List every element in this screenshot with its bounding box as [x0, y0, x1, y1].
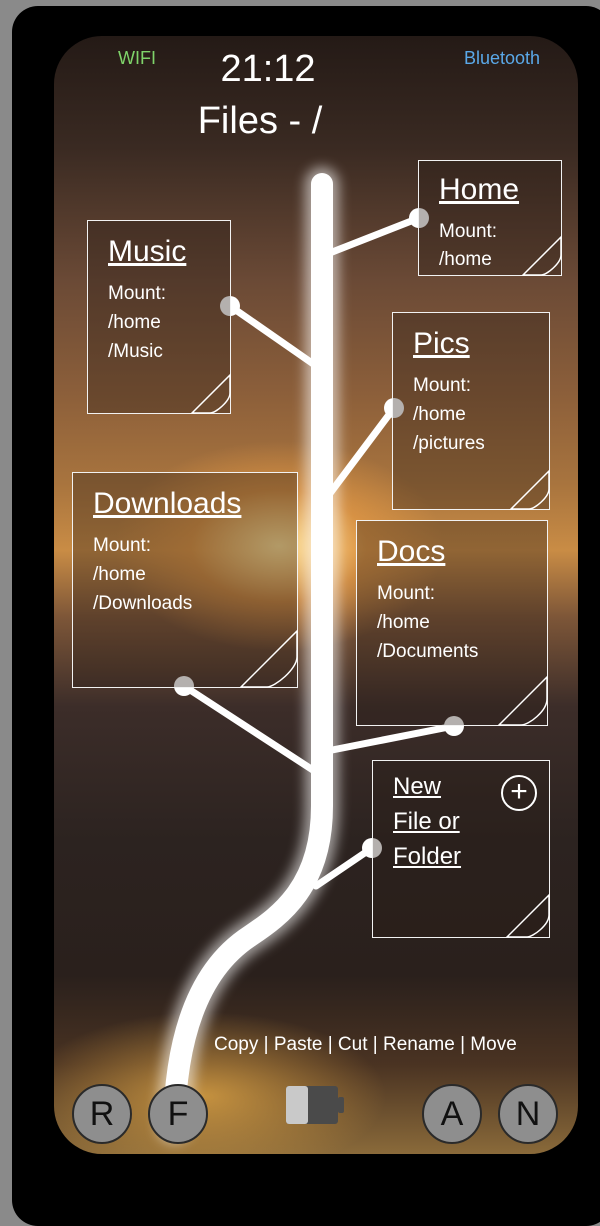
folder-card-docs[interactable]: Docs Mount: /home /Documents: [356, 520, 548, 726]
folder-mount-label: Mount:: [93, 535, 152, 556]
folder-card-music[interactable]: Music Mount: /home /Music: [87, 220, 231, 414]
clock-time: 21:12: [220, 48, 316, 90]
new-item-line: File or: [393, 808, 460, 835]
page-curl-icon: [509, 469, 550, 510]
new-item-label: New File or Folder: [393, 769, 461, 874]
folder-card-home[interactable]: Home Mount: /home: [418, 160, 562, 276]
page-title: Files - /: [54, 100, 578, 143]
folder-mount-path: /pictures: [413, 433, 485, 454]
page-curl-icon: [190, 373, 231, 414]
branch-downloads: [180, 682, 326, 780]
folder-mount-label: Mount:: [439, 221, 498, 242]
new-file-or-folder-card[interactable]: New File or Folder +: [372, 760, 550, 938]
folder-card-downloads[interactable]: Downloads Mount: /home /Downloads: [72, 472, 298, 688]
page-curl-icon: [521, 235, 562, 276]
folder-mount-label: Mount:: [413, 375, 472, 396]
folder-name: Pics: [413, 327, 470, 360]
folder-mount-label: Mount:: [377, 583, 436, 604]
phone-screen: WIFI Bluetooth 21:12 Files - / Home Moun…: [54, 36, 578, 1154]
folder-mount-path: /home: [439, 249, 492, 270]
folder-mount-path: /home: [108, 312, 161, 333]
new-item-line: Folder: [393, 843, 462, 870]
page-curl-icon: [505, 893, 550, 938]
folder-name: Music: [108, 235, 187, 268]
battery-icon: [286, 1086, 344, 1124]
folder-card-pics[interactable]: Pics Mount: /home /pictures: [392, 312, 550, 510]
a-button[interactable]: A: [422, 1084, 482, 1144]
plus-circle-icon[interactable]: +: [501, 775, 537, 811]
folder-mount-path: /home: [93, 564, 146, 585]
folder-mount-path: /home: [377, 612, 430, 633]
folder-mount-label: Mount:: [108, 283, 167, 304]
r-button[interactable]: R: [72, 1084, 132, 1144]
page-title-text: Files - /: [197, 100, 323, 142]
new-item-line: New: [393, 773, 442, 800]
page-curl-icon: [239, 629, 298, 688]
page-curl-icon: [497, 675, 548, 726]
folder-name: Downloads: [93, 487, 242, 520]
file-actions-bar[interactable]: Copy | Paste | Cut | Rename | Move: [214, 1034, 517, 1056]
clock: 21:12: [54, 48, 578, 91]
folder-mount-path: /home: [413, 404, 466, 425]
folder-mount-path: /Downloads: [93, 593, 193, 614]
n-button[interactable]: N: [498, 1084, 558, 1144]
folder-name: Docs: [377, 535, 446, 568]
folder-mount-path: /Documents: [377, 641, 479, 662]
folder-name: Home: [439, 173, 520, 206]
folder-mount-path: /Music: [108, 341, 163, 362]
f-button[interactable]: F: [148, 1084, 208, 1144]
branch-docs: [318, 722, 458, 756]
